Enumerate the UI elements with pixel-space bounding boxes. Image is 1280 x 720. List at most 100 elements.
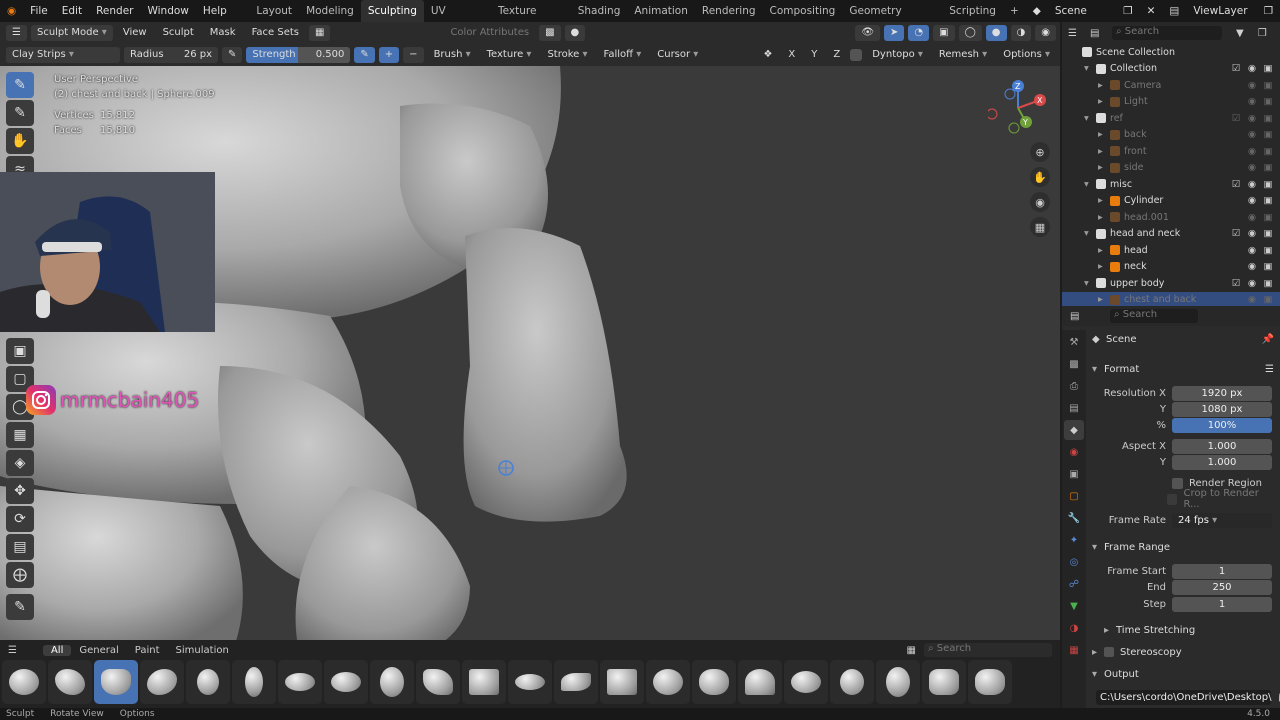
remesh-menu[interactable]: Remesh (933, 47, 993, 63)
dyntopo-menu[interactable]: Dyntopo (866, 47, 929, 63)
brush-thumb[interactable] (876, 660, 920, 704)
mirror-z-toggle[interactable]: Z (827, 47, 846, 63)
expand-arrow-icon[interactable]: ▸ (1098, 146, 1110, 157)
mask-icon[interactable]: ▣ (6, 338, 34, 364)
wireframe-shading-icon[interactable]: ◯ (958, 25, 982, 41)
new-viewlayer-icon[interactable]: ❐ (1257, 5, 1280, 17)
frame-end-field[interactable]: 250 (1172, 579, 1272, 595)
time-stretching-section[interactable]: ▸ Time Stretching (1092, 621, 1274, 639)
camera-icon[interactable]: ▣ (1260, 63, 1276, 74)
brush-thumb[interactable] (232, 660, 276, 704)
new-collection-icon[interactable]: ❐ (1258, 28, 1267, 39)
camera-icon[interactable]: ▣ (1260, 146, 1276, 157)
outliner-row[interactable]: ▾ upper body ☑ ◉ ▣ (1062, 275, 1280, 292)
checkbox-icon[interactable] (1228, 261, 1244, 272)
shelf-search-input[interactable]: ⌕ Search (924, 643, 1052, 657)
output-path-field[interactable]: C:\Users\cordo\OneDrive\Desktop\ (1096, 689, 1272, 705)
frame-start-field[interactable]: 1 (1172, 563, 1272, 579)
camera-icon[interactable]: ▣ (1260, 212, 1276, 223)
menu-edit[interactable]: Edit (55, 5, 89, 17)
brush-thumb[interactable] (554, 660, 598, 704)
camera-icon[interactable]: ▣ (1260, 245, 1276, 256)
radius-field[interactable]: Radius 26 px (124, 47, 218, 63)
filter-icon[interactable]: ▼ (1236, 28, 1244, 39)
checkbox-icon[interactable]: ☑ (1228, 113, 1244, 124)
outliner-row[interactable]: ▸ front ◉ ▣ (1062, 143, 1280, 160)
expand-arrow-icon[interactable]: ▸ (1098, 96, 1110, 107)
brush-thumb[interactable] (784, 660, 828, 704)
eye-icon[interactable]: ◉ (1244, 278, 1260, 289)
tab-layout[interactable]: Layout (249, 0, 299, 22)
brush-thumb[interactable] (508, 660, 552, 704)
resolution-percent-field[interactable]: 100% (1172, 417, 1272, 433)
solid-shading-icon[interactable]: ● (985, 25, 1007, 41)
menu-file[interactable]: File (23, 5, 55, 17)
presets-icon[interactable]: ☰ (1265, 364, 1274, 375)
options-menu[interactable]: Options (997, 47, 1056, 63)
brush-thumb[interactable] (186, 660, 230, 704)
brush-thumb[interactable] (370, 660, 414, 704)
menu-mask[interactable]: Mask (204, 25, 242, 41)
rotate-icon[interactable]: ⟳ (6, 506, 34, 532)
outliner-row[interactable]: ▸ Cylinder ◉ ▣ (1062, 193, 1280, 210)
rendered-shading-icon[interactable]: ◉ (1035, 25, 1056, 41)
frame-step-field[interactable]: 1 (1172, 596, 1272, 612)
mesh-filter-icon[interactable]: ◈ (6, 450, 34, 476)
expand-arrow-icon[interactable]: ▸ (1098, 294, 1110, 305)
outliner-row[interactable]: ▸ side ◉ ▣ (1062, 160, 1280, 177)
checkbox-icon[interactable] (1228, 80, 1244, 91)
color-attributes-dropdown[interactable]: Color Attributes (444, 25, 536, 41)
checkbox-icon[interactable]: ☑ (1228, 278, 1244, 289)
editor-type-icon[interactable]: ☰ (6, 25, 27, 41)
face-set-paint-icon[interactable]: ▦ (6, 422, 34, 448)
eye-icon[interactable]: ◉ (1244, 80, 1260, 91)
checkbox-icon[interactable]: ☑ (1228, 228, 1244, 239)
outliner-row[interactable]: ▸ Light ◉ ▣ (1062, 94, 1280, 111)
brush-thumb[interactable] (140, 660, 184, 704)
mirror-x-toggle[interactable]: X (782, 47, 801, 63)
menu-face-sets[interactable]: Face Sets (246, 25, 305, 41)
brush-thumb[interactable] (462, 660, 506, 704)
camera-icon[interactable]: ▣ (1260, 162, 1276, 173)
tab-uv-editing[interactable]: UV Editing (424, 0, 491, 39)
3d-viewport[interactable] (0, 66, 1060, 658)
tab-modeling[interactable]: Modeling (299, 0, 361, 22)
eye-icon[interactable]: ◉ (1244, 261, 1260, 272)
resolution-x-field[interactable]: 1920 px (1172, 385, 1272, 401)
brush-thumb[interactable] (968, 660, 1012, 704)
tab-texture-paint[interactable]: Texture Paint (491, 0, 571, 39)
brush-thumb[interactable] (600, 660, 644, 704)
viewlayer-tab-icon[interactable]: ▤ (1064, 398, 1084, 418)
menu-window[interactable]: Window (140, 5, 195, 17)
expand-arrow-icon[interactable]: ▸ (1098, 261, 1110, 272)
render-tab-icon[interactable]: ▩ (1064, 354, 1084, 374)
brush-thumb[interactable] (278, 660, 322, 704)
brush-thumb[interactable] (48, 660, 92, 704)
visibility-icon[interactable]: 👁 (855, 25, 881, 41)
world-tab-icon[interactable]: ◉ (1064, 442, 1084, 462)
tab-compositing[interactable]: Compositing (763, 0, 843, 22)
modifier-tab-icon[interactable]: 🔧 (1064, 508, 1084, 528)
eye-icon[interactable]: ◉ (1244, 162, 1260, 173)
camera-icon[interactable]: ▣ (1260, 195, 1276, 206)
outliner-display-icon[interactable]: ▤ (1090, 28, 1112, 39)
shelf-tab-all[interactable]: All (42, 644, 72, 656)
mirror-y-toggle[interactable]: Y (805, 47, 823, 63)
brush-thumb[interactable] (692, 660, 736, 704)
stereoscopy-checkbox[interactable] (1104, 647, 1114, 657)
brush-thumb[interactable] (830, 660, 874, 704)
eye-icon[interactable]: ◉ (1244, 129, 1260, 140)
frame-rate-dropdown[interactable]: 24 fps (1172, 512, 1272, 528)
menu-render[interactable]: Render (89, 5, 140, 17)
outliner-editor-icon[interactable]: ☰ (1068, 28, 1090, 39)
camera-icon[interactable]: ▣ (1260, 179, 1276, 190)
camera-view-icon[interactable]: ◉ (1030, 192, 1050, 212)
overlays-icon[interactable]: ◔ (908, 25, 930, 41)
face-set-icon[interactable]: ▦ (308, 25, 331, 41)
brush-thumb[interactable] (324, 660, 368, 704)
navigation-gizmo[interactable]: Z X Y (988, 78, 1048, 138)
tab-shading[interactable]: Shading (571, 0, 628, 22)
scale-icon[interactable]: ▤ (6, 534, 34, 560)
shelf-display-icon[interactable]: ▦ (899, 645, 924, 656)
outliner-row[interactable]: ▸ head.001 ◉ ▣ (1062, 209, 1280, 226)
